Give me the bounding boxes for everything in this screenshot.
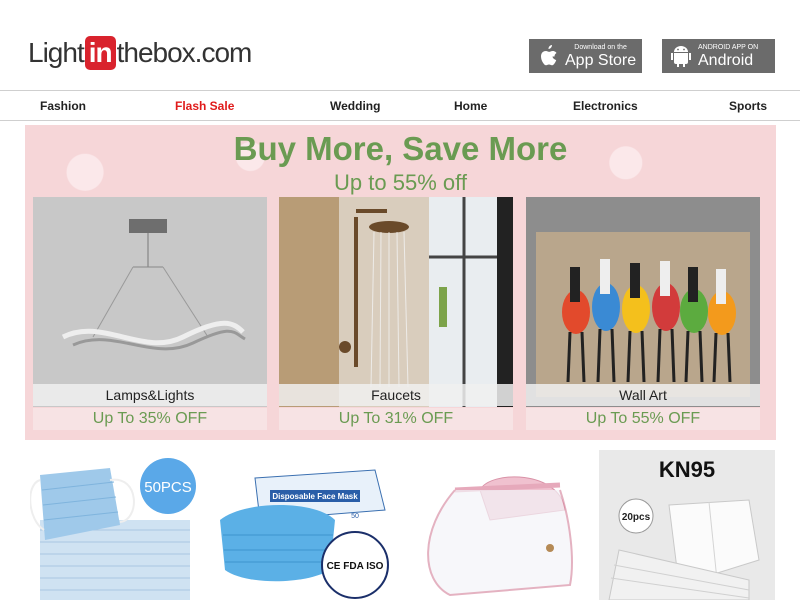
wall-art-image bbox=[526, 197, 760, 407]
category-card-wall-art[interactable]: Wall Art Up To 55% OFF bbox=[526, 197, 760, 435]
category-offer: Up To 35% OFF bbox=[33, 408, 267, 430]
nav-fashion[interactable]: Fashion bbox=[40, 99, 86, 113]
category-offer: Up To 55% OFF bbox=[526, 408, 760, 430]
nav-wedding[interactable]: Wedding bbox=[330, 99, 380, 113]
nav-home[interactable]: Home bbox=[454, 99, 487, 113]
android-button[interactable]: ANDROID APP ON Android bbox=[662, 39, 775, 73]
certification-text: CE FDA ISO bbox=[327, 561, 384, 572]
pcs-badge: 50PCS bbox=[144, 479, 192, 496]
box-count: 50 bbox=[351, 513, 359, 520]
category-card-lamps[interactable]: Lamps&Lights Up To 35% OFF bbox=[33, 197, 267, 435]
apple-icon bbox=[537, 44, 559, 68]
kn95-title: KN95 bbox=[659, 457, 715, 482]
banner-subtitle: Up to 55% off bbox=[334, 170, 467, 195]
android-icon bbox=[670, 44, 692, 68]
app-store-button[interactable]: Download on the App Store bbox=[529, 39, 642, 73]
category-nav: Fashion Flash Sale Wedding Home Electron… bbox=[0, 90, 800, 121]
nav-electronics[interactable]: Electronics bbox=[573, 99, 638, 113]
box-label: Disposable Face Mask bbox=[272, 492, 358, 501]
lamp-image bbox=[33, 197, 267, 407]
nav-sports[interactable]: Sports bbox=[729, 99, 767, 113]
site-logo[interactable]: Light in thebox.com bbox=[28, 34, 252, 70]
category-name: Wall Art bbox=[526, 384, 760, 406]
site-header: Light in thebox.com Download on the App St… bbox=[0, 0, 800, 90]
product-cap-face-shield[interactable] bbox=[410, 450, 590, 600]
category-offer: Up To 31% OFF bbox=[279, 408, 513, 430]
nav-flash-sale[interactable]: Flash Sale bbox=[175, 99, 234, 113]
category-name: Lamps&Lights bbox=[33, 384, 267, 406]
faucet-image bbox=[279, 197, 513, 407]
kn95-pcs-badge: 20pcs bbox=[622, 512, 651, 523]
category-name: Faucets bbox=[279, 384, 513, 406]
category-card-faucets[interactable]: Faucets Up To 31% OFF bbox=[279, 197, 513, 435]
product-kn95-masks[interactable]: KN95 20pcs bbox=[599, 450, 775, 600]
product-disposable-mask-box[interactable]: Disposable Face Mask 50 CE FDA ISO bbox=[215, 450, 395, 600]
banner-title: Buy More, Save More bbox=[233, 130, 568, 167]
product-face-masks[interactable]: 50PCS bbox=[30, 450, 200, 600]
